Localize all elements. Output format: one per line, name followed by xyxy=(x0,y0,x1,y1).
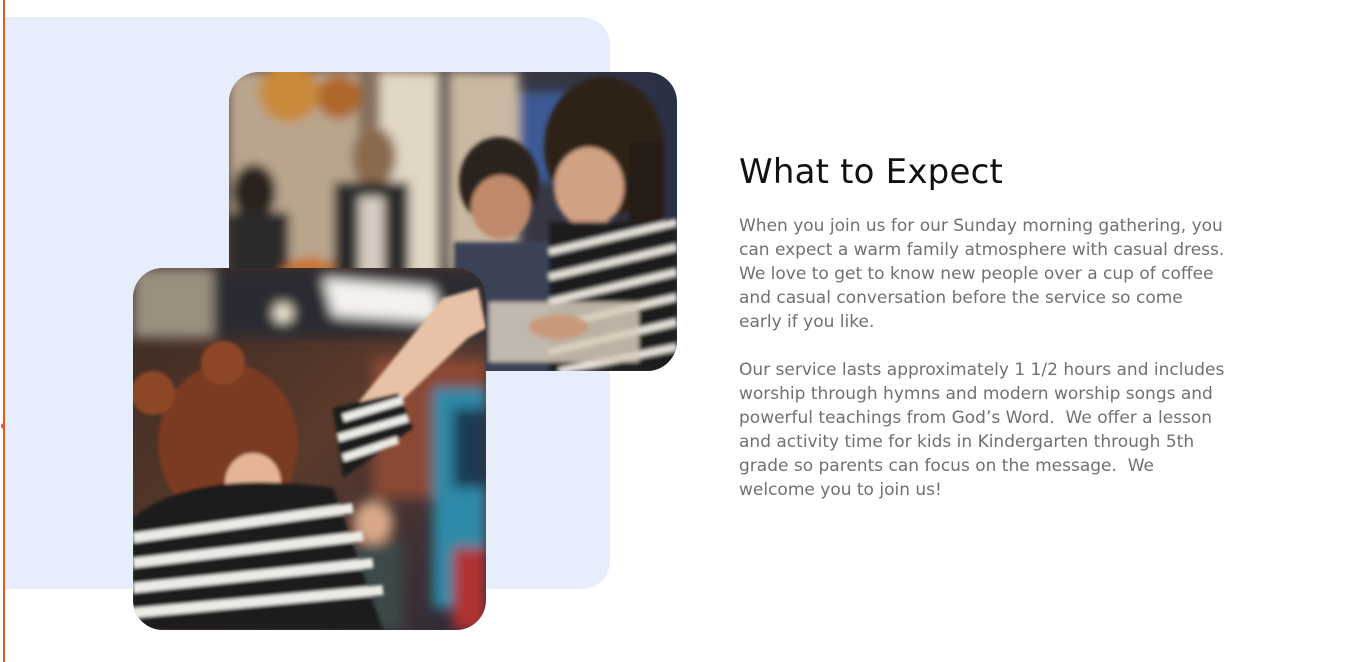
photo-girl-raising-hand-image xyxy=(133,268,486,630)
text-content: What to Expect When you join us for our … xyxy=(739,150,1229,526)
intro-paragraph: When you join us for our Sunday morning … xyxy=(739,216,1236,332)
service-paragraph: Our service lasts approximately 1 1/2 ho… xyxy=(739,360,1230,500)
section-title: What to Expect xyxy=(739,152,1004,192)
what-to-expect-section: What to Expect When you join us for our … xyxy=(0,0,1368,662)
photo-girl-raising-hand xyxy=(133,268,486,630)
